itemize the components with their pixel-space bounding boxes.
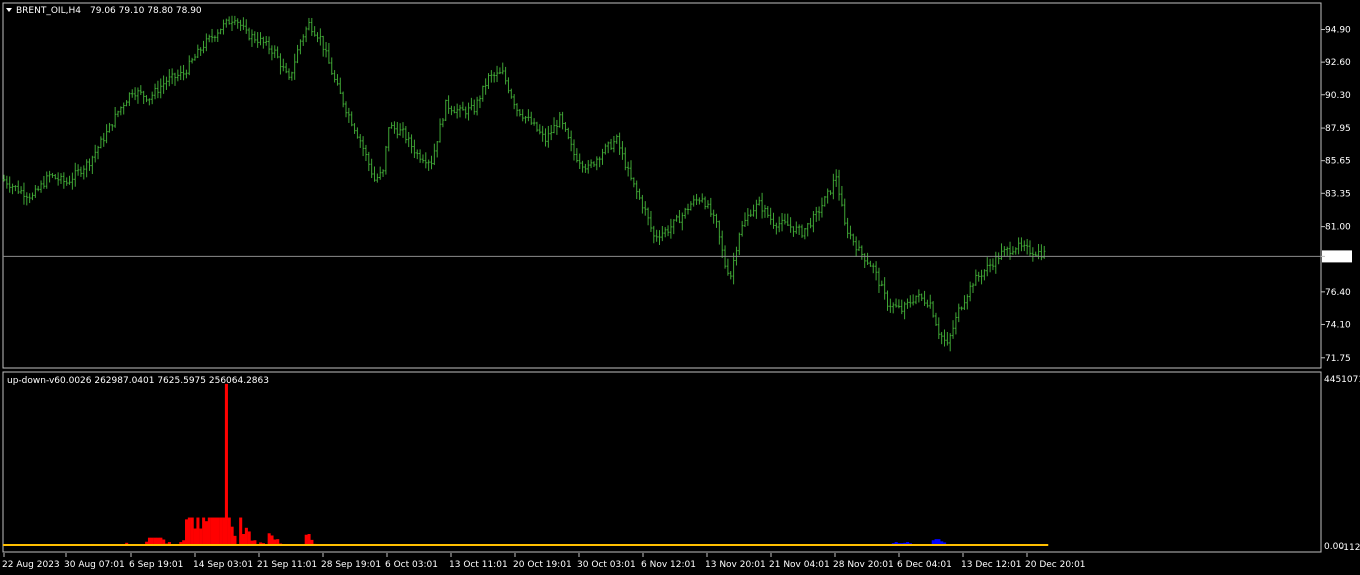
indicator-axis-top-label: 44510716 <box>1324 375 1360 385</box>
indicator-up-bar <box>242 534 246 545</box>
indicator-up-bar <box>147 537 151 545</box>
time-tick-label: 20 Oct 19:01 <box>513 560 572 570</box>
indicator-up-bar <box>213 517 217 545</box>
indicator-up-bar <box>230 526 234 545</box>
indicator-up-bar <box>307 534 311 545</box>
indicator-up-bar <box>159 537 163 545</box>
indicator-up-bar <box>196 517 200 545</box>
price-tick-label: 87.95 <box>1325 124 1351 134</box>
indicator-up-bar <box>222 517 226 545</box>
indicator-up-bar <box>227 517 231 545</box>
indicator-up-bar <box>153 537 157 545</box>
price-tick-label: 90.30 <box>1325 91 1351 101</box>
time-tick-label: 30 Aug 07:01 <box>64 560 125 570</box>
indicator-up-bar <box>210 517 214 545</box>
indicator-up-bar <box>244 527 248 545</box>
background <box>0 0 1360 575</box>
indicator-up-bar <box>239 517 243 545</box>
chart-window[interactable]: 94.90 92.60 90.30 87.95 85.65 83.35 81.00 78.90… <box>0 0 1360 575</box>
indicator-up-bar <box>267 533 271 545</box>
indicator-up-bar <box>156 537 160 545</box>
indicator-up-bar <box>207 517 211 545</box>
indicator-up-bar <box>199 528 203 545</box>
indicator-up-bar <box>204 521 208 545</box>
indicator-up-bar <box>247 531 251 545</box>
price-tick-label: 71.75 <box>1325 354 1351 364</box>
indicator-up-bar <box>193 528 197 545</box>
indicator-up-bar <box>270 535 274 545</box>
indicator-up-bar <box>150 537 154 545</box>
indicator-up-bar <box>202 517 206 545</box>
price-tick-label: 83.35 <box>1325 189 1351 199</box>
indicator-up-bar <box>233 535 237 545</box>
indicator-values: 0.0026 262987.0401 7625.5975 256064.2863 <box>60 376 269 386</box>
indicator-up-bar <box>185 519 189 545</box>
time-tick-label: 21 Sep 11:01 <box>257 560 317 570</box>
time-tick-label: 13 Oct 11:01 <box>449 560 508 570</box>
price-tick-label: 85.65 <box>1325 157 1351 167</box>
price-tick-label: 81.00 <box>1325 223 1351 233</box>
indicator-title: up-down-v6 <box>7 376 60 386</box>
indicator-axis-bottom-label: -112955 <box>1340 543 1360 553</box>
indicator-up-bar <box>304 534 308 545</box>
time-tick-label: 6 Sep 19:01 <box>129 560 183 570</box>
time-tick-label: 13 Nov 20:01 <box>705 560 766 570</box>
time-tick-label: 6 Dec 04:01 <box>897 560 952 570</box>
indicator-up-bar <box>187 517 191 545</box>
indicator-up-bar <box>224 383 228 545</box>
price-tick-label: 74.10 <box>1325 320 1351 330</box>
symbol-header[interactable]: BRENT_OIL,H4 79.06 79.10 78.80 78.90 <box>6 6 202 16</box>
indicator-up-bar <box>216 517 220 545</box>
time-tick-label: 22 Aug 2023 <box>2 560 60 570</box>
time-tick-label: 14 Sep 03:01 <box>193 560 253 570</box>
time-tick-label: 20 Dec 20:01 <box>1025 560 1086 570</box>
indicator-up-bar <box>190 517 194 545</box>
price-tick-label: 94.90 <box>1325 26 1351 36</box>
ohlc-values: 79.06 79.10 78.80 78.90 <box>90 6 202 16</box>
time-tick-label: 28 Sep 19:01 <box>321 560 381 570</box>
price-tick-label: 78.90 <box>1325 252 1351 262</box>
time-tick-label: 6 Oct 03:01 <box>385 560 438 570</box>
symbol-title: BRENT_OIL,H4 <box>16 6 81 16</box>
time-tick-label: 28 Nov 20:01 <box>833 560 894 570</box>
price-tick-label: 92.60 <box>1325 58 1351 68</box>
indicator-up-bar <box>219 517 223 545</box>
time-tick-label: 13 Dec 12:01 <box>961 560 1022 570</box>
time-tick-label: 21 Nov 04:01 <box>769 560 830 570</box>
price-tick-label: 76.40 <box>1325 288 1351 298</box>
time-tick-label: 30 Oct 03:01 <box>577 560 636 570</box>
time-tick-label: 6 Nov 12:01 <box>641 560 696 570</box>
